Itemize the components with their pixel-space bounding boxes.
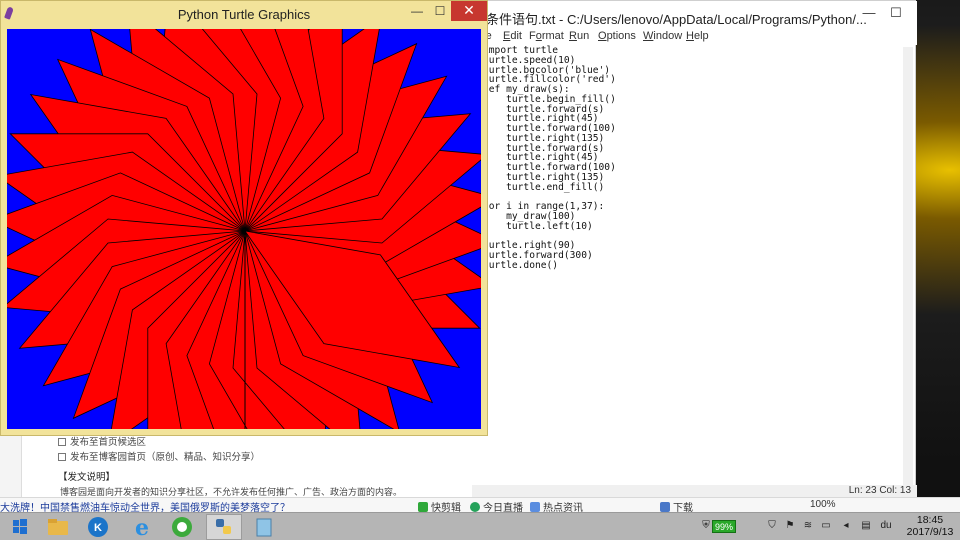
code-line: turtle.left(10) [483, 220, 593, 232]
chat-icon[interactable]: ▭ [820, 520, 832, 532]
turtle-graphics-window[interactable]: Python Turtle Graphics — ☐ ✕ [0, 0, 488, 436]
turtle-drawing [7, 29, 481, 429]
code-editor[interactable]: import turtle turtle.speed(10) turtle.bgco… [483, 46, 903, 270]
live-icon [470, 502, 480, 512]
internet-explorer-button[interactable]: e [124, 514, 160, 540]
option-candidate-label: 发布至首页候选区 [70, 437, 147, 448]
menu-options[interactable]: Options [598, 30, 636, 42]
folder-icon [48, 519, 68, 535]
turtle-close-button[interactable]: ✕ [451, 1, 487, 21]
code-line: turtle.done() [483, 259, 559, 271]
python-idle-taskbar-button[interactable] [206, 514, 242, 540]
turtle-canvas[interactable] [7, 29, 481, 429]
menu-edit[interactable]: Edit [503, 30, 522, 42]
kugou-button[interactable]: K [80, 514, 116, 540]
checkbox[interactable] [58, 438, 66, 446]
editor-vertical-scrollbar[interactable] [903, 47, 913, 487]
baidu-icon[interactable]: du [880, 520, 892, 532]
idle-editor-window[interactable]: *条件语句.txt - C:/Users/lenovo/AppData/Loca… [470, 0, 917, 500]
360-browser-button[interactable] [164, 514, 200, 540]
turtle-titlebar[interactable]: Python Turtle Graphics — ☐ ✕ [1, 1, 487, 27]
kugou-icon: K [88, 517, 108, 537]
idle-titlebar[interactable]: *条件语句.txt - C:/Users/lenovo/AppData/Loca… [471, 1, 917, 31]
python-icon [216, 519, 231, 534]
internet-explorer-icon: e [135, 515, 149, 540]
cursor-position: Ln: 23 Col: 13 [848, 485, 911, 496]
idle-minimize-button[interactable]: — [856, 3, 882, 25]
zoom-level[interactable]: 100% [810, 499, 836, 510]
volume-icon[interactable]: ◂ [840, 520, 852, 532]
turtle-maximize-button[interactable]: ☐ [429, 3, 451, 21]
clock-date: 2017/9/13 [906, 526, 954, 538]
start-button[interactable] [2, 514, 38, 540]
windows-logo-icon [13, 519, 27, 534]
taskbar: K e 99% ⛨ ⛉ ⚑ ≋ ▭ ◂ ▤ du 18:45 2017/9/13 [0, 512, 960, 540]
option-candidate-row[interactable]: 发布至首页候选区 [58, 434, 146, 448]
idle-menubar: FileEditFormatRunOptionsWindowHelp [471, 29, 917, 45]
code-line: turtle.end_fill() [483, 181, 605, 193]
option-homepage-label: 发布至博客园首页（原创、精品、知识分享） [70, 452, 261, 463]
svg-text:K: K [94, 522, 102, 534]
browser-sidebar [0, 428, 22, 498]
battery-indicator[interactable]: 99% [712, 520, 737, 533]
notepad-icon [256, 518, 272, 537]
system-clock[interactable]: 18:45 2017/9/13 [904, 514, 956, 538]
post-note-heading: 【发文说明】 [58, 472, 116, 483]
network-icon[interactable]: ▤ [860, 520, 872, 532]
menu-format[interactable]: Format [529, 30, 564, 42]
svg-text:e: e [135, 515, 149, 540]
notepad-button[interactable] [246, 514, 282, 540]
idle-maximize-button[interactable]: ☐ [883, 3, 909, 25]
menu-window[interactable]: Window [643, 30, 682, 42]
blog-editor-page: 发布至首页候选区 发布至博客园首页（原创、精品、知识分享） 【发文说明】 博客园… [22, 428, 472, 498]
clock-time: 18:45 [916, 514, 944, 526]
download-icon [660, 502, 670, 512]
idle-window-title: *条件语句.txt - C:/Users/lenovo/AppData/Loca… [481, 12, 867, 27]
security-icon[interactable]: ⛉ [766, 520, 778, 532]
browser-statusbar: 大洗牌！中国禁售燃油车惊动全世界，美国俄罗斯的美梦落空了？ 快剪辑 今日直播 热… [0, 497, 960, 514]
play-icon [418, 502, 428, 512]
file-explorer-button[interactable] [40, 514, 76, 540]
shield-icon[interactable]: ⛨ [700, 520, 712, 532]
turtle-minimize-button[interactable]: — [406, 3, 428, 21]
360-browser-icon [172, 517, 192, 537]
menu-help[interactable]: Help [686, 30, 709, 42]
option-homepage-row[interactable]: 发布至博客园首页（原创、精品、知识分享） [58, 449, 260, 463]
wifi-icon[interactable]: ≋ [802, 520, 814, 532]
flag-icon[interactable]: ⚑ [784, 520, 796, 532]
menu-run[interactable]: Run [569, 30, 589, 42]
checkbox[interactable] [58, 453, 66, 461]
news-icon [530, 502, 540, 512]
